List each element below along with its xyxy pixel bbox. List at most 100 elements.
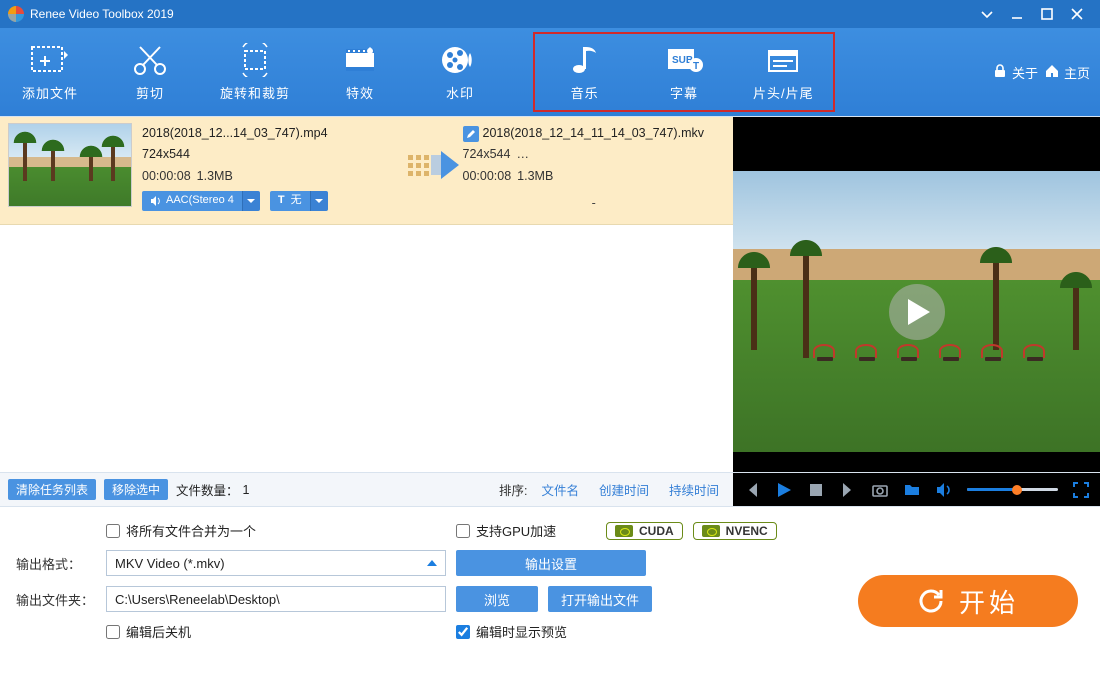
home-link[interactable]: 主页 — [1044, 63, 1090, 82]
chip-label: AAC(Stereo 4 — [166, 191, 234, 210]
checkbox-label: 将所有文件合并为一个 — [126, 521, 256, 540]
list-toolbar: 清除任务列表 移除选中 文件数量： 1 排序: 文件名 创建时间 持续时间 — [0, 472, 733, 506]
file-list: 2018(2018_12...14_03_747).mp4 724x544 00… — [0, 117, 733, 507]
toolbar-label: 剪切 — [136, 83, 164, 102]
watermark-icon — [440, 43, 480, 77]
nvidia-eye-icon — [702, 525, 720, 537]
merge-checkbox-input[interactable] — [106, 524, 120, 538]
sort-by-created[interactable]: 创建时间 — [599, 480, 649, 499]
sort-by-name[interactable]: 文件名 — [541, 480, 579, 499]
shutdown-checkbox-input[interactable] — [106, 625, 120, 639]
effects-button[interactable]: 特效 — [310, 28, 410, 116]
start-button[interactable]: 开始 — [858, 575, 1078, 627]
home-icon — [1044, 63, 1060, 82]
stop-button[interactable] — [807, 481, 825, 499]
subtitle-track-chip[interactable]: T 无 — [270, 191, 310, 211]
add-file-icon — [30, 43, 70, 77]
toolbar-label: 片头/片尾 — [753, 83, 814, 102]
output-filename: 2018(2018_12_14_11_14_03_747).mkv — [483, 123, 704, 144]
nvidia-eye-icon — [615, 525, 633, 537]
volume-slider[interactable] — [967, 488, 1058, 491]
clear-list-button[interactable]: 清除任务列表 — [8, 479, 96, 500]
volume-icon[interactable] — [935, 481, 953, 499]
preview-checkbox-input[interactable] — [456, 625, 470, 639]
show-preview-checkbox[interactable]: 编辑时显示预览 — [456, 622, 567, 641]
file-count-value: 1 — [243, 483, 250, 497]
shutdown-after-checkbox[interactable]: 编辑后关机 — [106, 622, 366, 641]
toolbar-label: 旋转和裁剪 — [220, 83, 290, 102]
app-title: Renee Video Toolbox 2019 — [30, 7, 174, 21]
toolbar-label: 添加文件 — [22, 83, 78, 102]
start-label: 开始 — [959, 583, 1019, 620]
checkbox-label: 支持GPU加速 — [476, 521, 556, 540]
chip-prefix: T — [278, 191, 285, 210]
fullscreen-button[interactable] — [1072, 481, 1090, 499]
folder-path: C:\Users\Reneelab\Desktop\ — [115, 592, 280, 607]
play-button[interactable] — [775, 481, 793, 499]
open-output-folder-button[interactable]: 打开输出文件 — [548, 586, 652, 612]
scissors-icon — [130, 43, 170, 77]
effects-icon — [340, 43, 380, 77]
chevron-up-icon — [427, 558, 437, 568]
convert-arrow-icon — [405, 123, 463, 207]
next-button[interactable] — [839, 481, 857, 499]
open-folder-button[interactable] — [903, 481, 921, 499]
rotate-crop-button[interactable]: 旋转和裁剪 — [200, 28, 310, 116]
sort-label: 排序: — [499, 480, 527, 499]
sort-by-duration[interactable]: 持续时间 — [669, 480, 719, 499]
output-size: 1.3MB — [517, 166, 553, 187]
file-row[interactable]: 2018(2018_12...14_03_747).mp4 724x544 00… — [0, 117, 733, 225]
close-button[interactable] — [1062, 0, 1092, 28]
checkbox-label: 编辑时显示预览 — [476, 622, 567, 641]
play-overlay-button[interactable] — [889, 284, 945, 340]
source-info: 2018(2018_12...14_03_747).mp4 724x544 00… — [132, 123, 405, 211]
title-bar: Renee Video Toolbox 2019 — [0, 0, 1100, 28]
subtitle-chip-dropdown[interactable] — [310, 191, 328, 211]
snapshot-button[interactable] — [871, 481, 889, 499]
nvenc-badge: NVENC — [693, 522, 777, 540]
menu-dropdown-button[interactable] — [972, 0, 1002, 28]
minimize-button[interactable] — [1002, 0, 1032, 28]
output-folder-label: 输出文件夹： — [16, 590, 96, 609]
cuda-badge: CUDA — [606, 522, 683, 540]
crop-rotate-icon — [235, 43, 275, 77]
output-format-label: 输出格式： — [16, 554, 96, 573]
output-format-combo[interactable]: MKV Video (*.mkv) — [106, 550, 446, 576]
music-button[interactable]: 音乐 — [535, 34, 634, 110]
middle-area: 2018(2018_12...14_03_747).mp4 724x544 00… — [0, 116, 1100, 506]
browse-button[interactable]: 浏览 — [456, 586, 538, 612]
source-filename: 2018(2018_12...14_03_747).mp4 — [142, 123, 405, 144]
gpu-accel-checkbox[interactable]: 支持GPU加速 — [456, 521, 596, 540]
edit-output-icon[interactable] — [463, 126, 479, 142]
about-link[interactable]: 关于 — [992, 63, 1038, 82]
toolbar-label: 字幕 — [670, 83, 698, 102]
remove-selected-button[interactable]: 移除选中 — [104, 479, 168, 500]
prev-button[interactable] — [743, 481, 761, 499]
speaker-icon — [150, 195, 162, 207]
source-duration: 00:00:08 — [142, 166, 191, 187]
audio-track-chip[interactable]: AAC(Stereo 4 — [142, 191, 242, 211]
intro-outro-button[interactable]: 片头/片尾 — [734, 34, 833, 110]
merge-files-checkbox[interactable]: 将所有文件合并为一个 — [106, 521, 366, 540]
output-info: 2018(2018_12_14_11_14_03_747).mkv 724x54… — [463, 123, 726, 214]
output-settings-button[interactable]: 输出设置 — [456, 550, 646, 576]
music-note-icon — [565, 43, 605, 77]
watermark-button[interactable]: 水印 — [410, 28, 510, 116]
source-resolution: 724x544 — [142, 144, 405, 165]
cut-button[interactable]: 剪切 — [100, 28, 200, 116]
combo-value: MKV Video (*.mkv) — [115, 556, 225, 571]
subtitle-button[interactable]: SUBT 字幕 — [634, 34, 733, 110]
badge-label: NVENC — [726, 524, 768, 538]
add-file-button[interactable]: 添加文件 — [0, 28, 100, 116]
toolbar-label: 特效 — [346, 83, 374, 102]
video-preview[interactable] — [733, 117, 1100, 506]
output-resolution: 724x544 — [463, 144, 511, 165]
gpu-checkbox-input[interactable] — [456, 524, 470, 538]
audio-chip-dropdown[interactable] — [242, 191, 260, 211]
badge-label: CUDA — [639, 524, 674, 538]
output-folder-field[interactable]: C:\Users\Reneelab\Desktop\ — [106, 586, 446, 612]
link-label: 主页 — [1064, 63, 1090, 82]
maximize-button[interactable] — [1032, 0, 1062, 28]
app-logo-icon — [8, 6, 24, 22]
link-label: 关于 — [1012, 63, 1038, 82]
